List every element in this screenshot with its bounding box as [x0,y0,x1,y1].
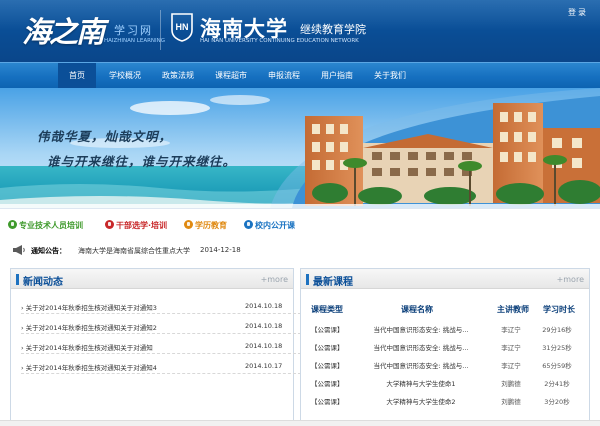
megaphone-icon [13,245,25,255]
course-type: 【公需课】 [311,362,344,370]
course-teacher: 李辽宁 [501,326,521,334]
course-teacher: 刘鹏德 [501,398,521,406]
news-item-date: 2014.10.17 [245,362,283,370]
university-emblem-icon: HN [171,13,193,42]
panel-accent-bar [306,274,309,285]
emblem-text: HN [176,22,189,32]
flag-icon [105,220,114,229]
course-teacher: 刘鹏德 [501,380,521,388]
news-item-title: › 关于对2014年秋季招生核对通知关于对通知 [21,344,153,352]
header-divider [160,10,161,50]
nav-item-policies[interactable]: 政策法规 [154,63,202,88]
chat-icon [244,220,253,229]
news-item[interactable]: › 关于对2014年秋季招生核对通知关于对通知3 2014.10.18 [21,300,301,314]
col-header-duration: 学习时长 [543,305,575,314]
quick-links: 专业技术人员培训 干部选学·培训 学历教育 校内公开课 [0,208,600,238]
col-header-name: 课程名称 [401,305,433,314]
col-header-teacher: 主讲教师 [497,305,529,314]
notice-label: 通知公告： [31,247,66,255]
logo-subtitle: 学习网 [114,24,153,37]
course-name: 当代中国意识形态安全: 挑战与... [373,344,469,352]
news-item-date: 2014.10.18 [245,342,283,350]
college-name: 继续教育学院 [300,23,366,36]
course-type: 【公需课】 [311,398,344,406]
quicklink-label: 学历教育 [195,221,227,230]
notice-bar: 通知公告： 海南大学是海南省属综合性重点大学 2014-12-18 [0,239,600,261]
news-panel-title: 新闻动态 [23,277,63,288]
leaf-icon [8,220,17,229]
course-row[interactable]: 【公需课】 当代中国意识形态安全: 挑战与... 李辽宁 29分16秒 [307,321,591,336]
panel-accent-bar [16,274,19,285]
course-type: 【公需课】 [311,380,344,388]
nav-item-course-market[interactable]: 课程超市 [207,63,255,88]
course-name: 当代中国意识形态安全: 挑战与... [373,326,469,334]
slogan-line-1: 伟哉华夏，灿哉文明， [37,129,173,144]
quicklink-cadre-training[interactable]: 干部选学·培训 [105,220,167,232]
courses-more-link[interactable]: +more [557,275,584,284]
site-header: 海之南 学习网 HAIZHINAN LEARNING HN 海南大学 继续教育学… [0,0,600,62]
notice-date: 2014-12-18 [200,246,241,254]
footer-strip [0,420,600,426]
course-row[interactable]: 【公需课】 当代中国意识形态安全: 挑战与... 李辽宁 65分59秒 [307,357,591,372]
main-nav: 首页 学校概况 政策法规 课程超市 申报流程 用户指南 关于我们 [0,62,600,88]
notice-text[interactable]: 海南大学是海南省属综合性重点大学 [78,246,190,256]
course-duration: 3分20秒 [544,398,570,406]
col-header-type: 课程类型 [311,305,343,314]
login-link[interactable]: 登录 [568,7,588,18]
quicklink-label: 干部选学·培训 [116,221,168,230]
news-panel-header: 新闻动态 +more [11,269,293,289]
slogan-line-2: 谁与开来继往，谁与开来继往。 [47,154,237,169]
nav-item-school-overview[interactable]: 学校概况 [101,63,149,88]
nav-item-home[interactable]: 首页 [58,63,96,88]
course-row[interactable]: 【公需课】 大学精神与大学生使命1 刘鹏德 2分41秒 [307,375,591,390]
news-item-date: 2014.10.18 [245,302,283,310]
course-row[interactable]: 【公需课】 大学精神与大学生使命2 刘鹏德 3分20秒 [307,393,591,408]
course-duration: 31分25秒 [542,344,572,352]
course-name: 大学精神与大学生使命1 [386,380,456,388]
nav-item-application-process[interactable]: 申报流程 [260,63,308,88]
course-duration: 65分59秒 [542,362,572,370]
quicklink-professional-training[interactable]: 专业技术人员培训 [8,220,83,232]
banner-slogan: 伟哉华夏，灿哉文明， 谁与开来继往，谁与开来继往。 [37,124,236,174]
news-item-date: 2014.10.18 [245,322,283,330]
news-item-title: › 关于对2014年秋季招生核对通知关于对通知2 [21,324,157,332]
news-item[interactable]: › 关于对2014年秋季招生核对通知关于对通知4 2014.10.17 [21,360,301,374]
course-name: 大学精神与大学生使命2 [386,398,456,406]
news-item[interactable]: › 关于对2014年秋季招生核对通知关于对通知 2014.10.18 [21,340,301,354]
quicklink-label: 专业技术人员培训 [19,221,83,230]
quicklink-degree-education[interactable]: 学历教育 [184,220,227,232]
course-type: 【公需课】 [311,344,344,352]
quicklink-label: 校内公开课 [255,221,295,230]
logo-text: 海之南 [22,15,105,49]
logo-english: HAIZHINAN LEARNING [104,38,166,44]
news-panel: 新闻动态 +more › 关于对2014年秋季招生核对通知关于对通知3 2014… [10,268,301,426]
hero-banner: 伟哉华夏，灿哉文明， 谁与开来继往，谁与开来继往。 [0,88,600,208]
nav-item-user-guide[interactable]: 用户指南 [313,63,361,88]
courses-panel: 最新课程 +more 课程类型 课程名称 主讲教师 学习时长 【公需课】 当代中… [300,268,590,426]
book-icon [184,220,193,229]
news-more-link[interactable]: +more [261,275,288,284]
quicklink-open-courses[interactable]: 校内公开课 [244,220,295,232]
course-duration: 2分41秒 [544,380,570,388]
news-item[interactable]: › 关于对2014年秋季招生核对通知关于对通知2 2014.10.18 [21,320,301,334]
course-name: 当代中国意识形态安全: 挑战与... [373,362,469,370]
news-item-title: › 关于对2014年秋季招生核对通知关于对通知3 [21,304,157,312]
course-teacher: 李辽宁 [501,344,521,352]
course-teacher: 李辽宁 [501,362,521,370]
courses-panel-header: 最新课程 +more [301,269,589,289]
courses-panel-title: 最新课程 [313,277,353,288]
course-row[interactable]: 【公需课】 当代中国意识形态安全: 挑战与... 李辽宁 31分25秒 [307,339,591,354]
college-english-name: HAI NAN UNIVERSITY CONTINUING EDUCATION … [200,38,359,44]
nav-item-about-us[interactable]: 关于我们 [366,63,414,88]
course-duration: 29分16秒 [542,326,572,334]
news-item-title: › 关于对2014年秋季招生核对通知关于对通知4 [21,364,157,372]
course-type: 【公需课】 [311,326,344,334]
